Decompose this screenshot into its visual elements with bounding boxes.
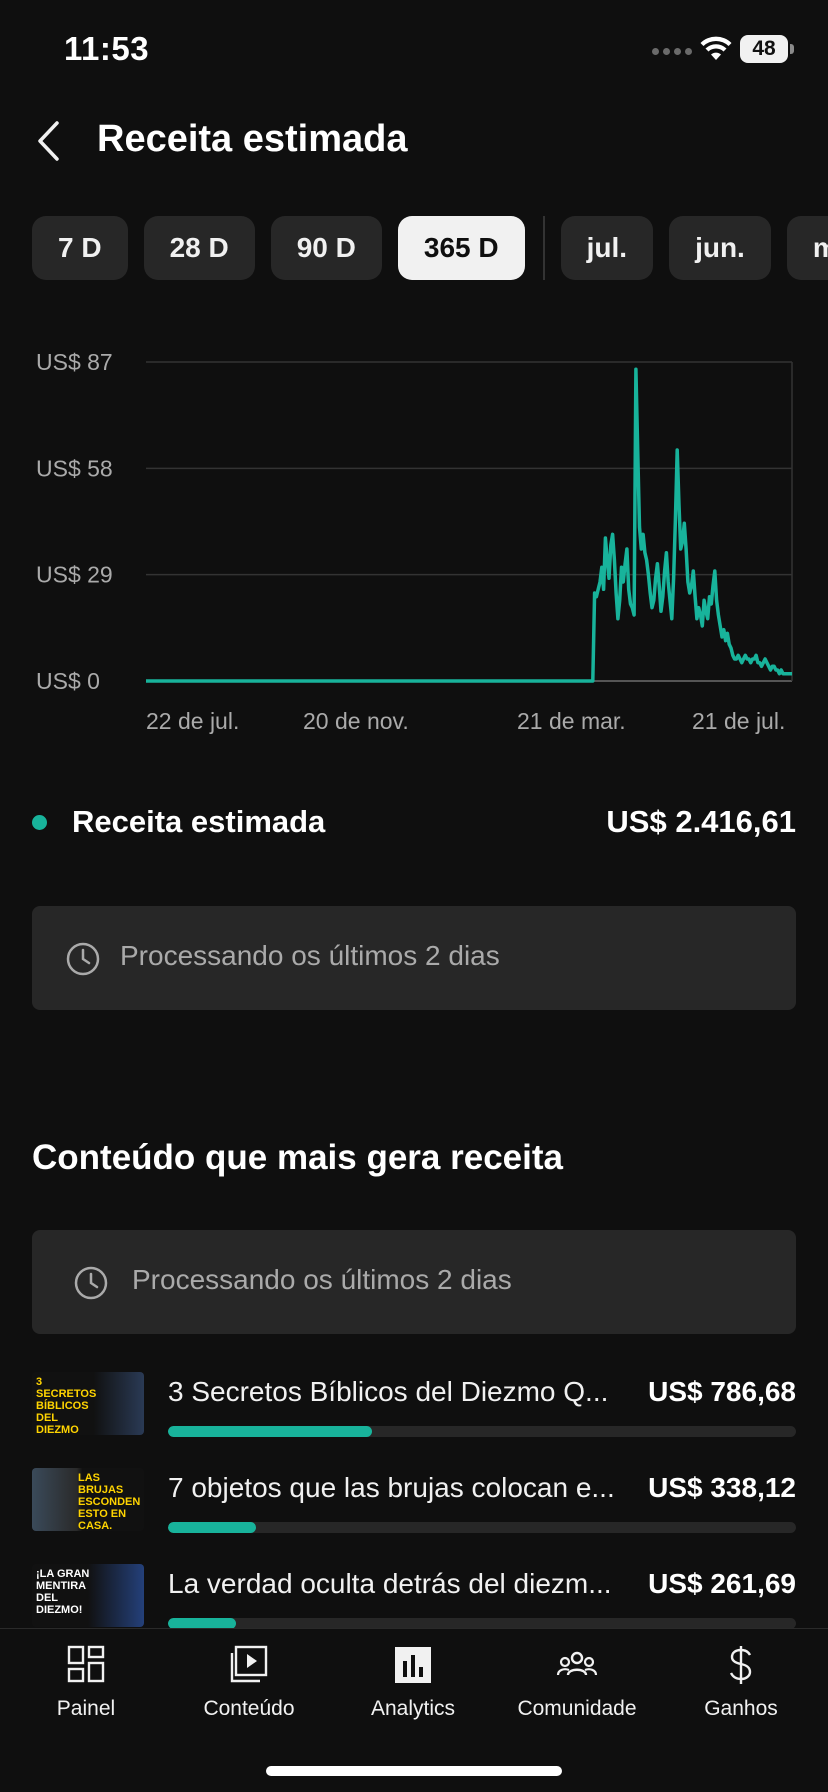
video-thumbnail: ¡LA GRAN MENTIRA DEL DIEZMO!	[32, 1564, 144, 1627]
revenue-chart[interactable]: US$ 87 US$ 58 US$ 29 US$ 0 22 de jul. 20 de …	[0, 330, 828, 750]
y-tick-label: US$ 0	[36, 668, 100, 694]
y-tick-label: US$ 29	[36, 562, 113, 588]
share-bar	[168, 1522, 796, 1533]
section-title: Conteúdo que mais gera receita	[32, 1138, 563, 1177]
summary-label: Receita estimada	[72, 804, 326, 839]
analytics-icon	[395, 1647, 431, 1683]
page-title: Receita estimada	[97, 118, 408, 160]
header: Receita estimada	[0, 100, 828, 180]
list-item[interactable]: LAS BRUJAS ESCONDEN ESTO EN CASA. 7 obje…	[32, 1468, 796, 1564]
nav-label: Analytics	[370, 1697, 456, 1720]
chip-divider	[542, 216, 545, 280]
home-indicator	[266, 1766, 562, 1776]
nav-conteudo[interactable]: Conteúdo	[169, 1643, 329, 1721]
item-value: US$ 786,68	[648, 1376, 796, 1407]
share-bar-fill	[168, 1522, 256, 1533]
summary-row: Receita estimada US$ 2.416,61	[32, 800, 796, 846]
x-tick-label: 21 de jul.	[692, 708, 785, 734]
dollar-icon	[729, 1646, 752, 1684]
item-title: 3 Secretos Bíblicos del Diezmo Q...	[168, 1376, 609, 1407]
cellular-signal-icon	[652, 48, 692, 55]
clock-icon	[74, 1266, 108, 1300]
content-library-icon	[230, 1645, 268, 1683]
nav-label: Conteúdo	[203, 1697, 295, 1720]
processing-banner: Processando os últimos 2 dias	[32, 906, 796, 1010]
x-tick-label: 22 de jul.	[146, 708, 239, 734]
processing-banner-content: Processando os últimos 2 dias	[32, 1230, 796, 1334]
legend-dot	[32, 815, 47, 830]
thumbnail-text: 3 SECRETOS BÍBLICOS DEL DIEZMO QUE TU IG…	[36, 1376, 97, 1435]
chip-7d[interactable]: 7 D	[32, 216, 128, 280]
dashboard-icon	[67, 1645, 105, 1683]
community-icon	[556, 1651, 598, 1676]
revenue-chart-svg: US$ 87 US$ 58 US$ 29 US$ 0 22 de jul. 20 de …	[36, 349, 793, 734]
battery-icon: 48	[740, 35, 788, 63]
x-tick-label: 20 de nov.	[303, 708, 409, 734]
video-thumbnail: LAS BRUJAS ESCONDEN ESTO EN CASA.	[32, 1468, 144, 1531]
y-tick-label: US$ 58	[36, 455, 113, 481]
nav-label: Ganhos	[704, 1697, 778, 1720]
top-content-list: 3 SECRETOS BÍBLICOS DEL DIEZMO QUE TU IG…	[32, 1372, 796, 1660]
status-bar: 11:53 48	[0, 0, 828, 100]
chip-28d[interactable]: 28 D	[143, 216, 255, 280]
nav-analytics[interactable]: Analytics	[333, 1643, 493, 1721]
status-time: 11:53	[64, 30, 150, 67]
share-bar	[168, 1426, 796, 1437]
thumbnail-text: LAS BRUJAS ESCONDEN ESTO EN CASA.	[78, 1472, 141, 1531]
processing-text: Processando os últimos 2 dias	[132, 1264, 512, 1295]
item-value: US$ 338,12	[648, 1472, 796, 1503]
video-thumbnail: 3 SECRETOS BÍBLICOS DEL DIEZMO QUE TU IG…	[32, 1372, 144, 1435]
nav-label: Comunidade	[517, 1697, 637, 1720]
nav-painel[interactable]: Painel	[6, 1643, 166, 1721]
wifi-icon	[700, 36, 732, 60]
battery-tip	[790, 44, 794, 54]
item-title: 7 objetos que las brujas colocan e...	[168, 1472, 615, 1503]
back-button[interactable]	[28, 116, 68, 166]
chip-jul[interactable]: jul.	[560, 216, 654, 280]
chip-90d[interactable]: 90 D	[270, 216, 382, 280]
chip-365d[interactable]: 365 D	[397, 216, 525, 280]
nav-comunidade[interactable]: Comunidade	[497, 1643, 657, 1721]
x-tick-label: 21 de mar.	[517, 708, 626, 734]
thumbnail-text: ¡LA GRAN MENTIRA DEL DIEZMO!	[36, 1568, 90, 1616]
period-chips: 7 D 28 D 90 D 365 D jul. jun. m	[32, 216, 828, 280]
processing-text: Processando os últimos 2 dias	[120, 940, 500, 971]
nav-ganhos[interactable]: Ganhos	[661, 1643, 821, 1721]
chevron-left-icon	[38, 121, 59, 161]
chip-jun[interactable]: jun.	[669, 216, 771, 280]
share-bar-fill	[168, 1426, 373, 1437]
chip-m[interactable]: m	[786, 216, 828, 280]
list-item[interactable]: 3 SECRETOS BÍBLICOS DEL DIEZMO QUE TU IG…	[32, 1372, 796, 1468]
y-tick-label: US$ 87	[36, 349, 113, 375]
item-title: La verdad oculta detrás del diezm...	[168, 1568, 612, 1599]
clock-icon	[66, 942, 100, 976]
nav-label: Painel	[56, 1697, 116, 1720]
summary-value: US$ 2.416,61	[606, 804, 796, 839]
revenue-series-line	[146, 367, 792, 683]
item-value: US$ 261,69	[648, 1568, 796, 1599]
